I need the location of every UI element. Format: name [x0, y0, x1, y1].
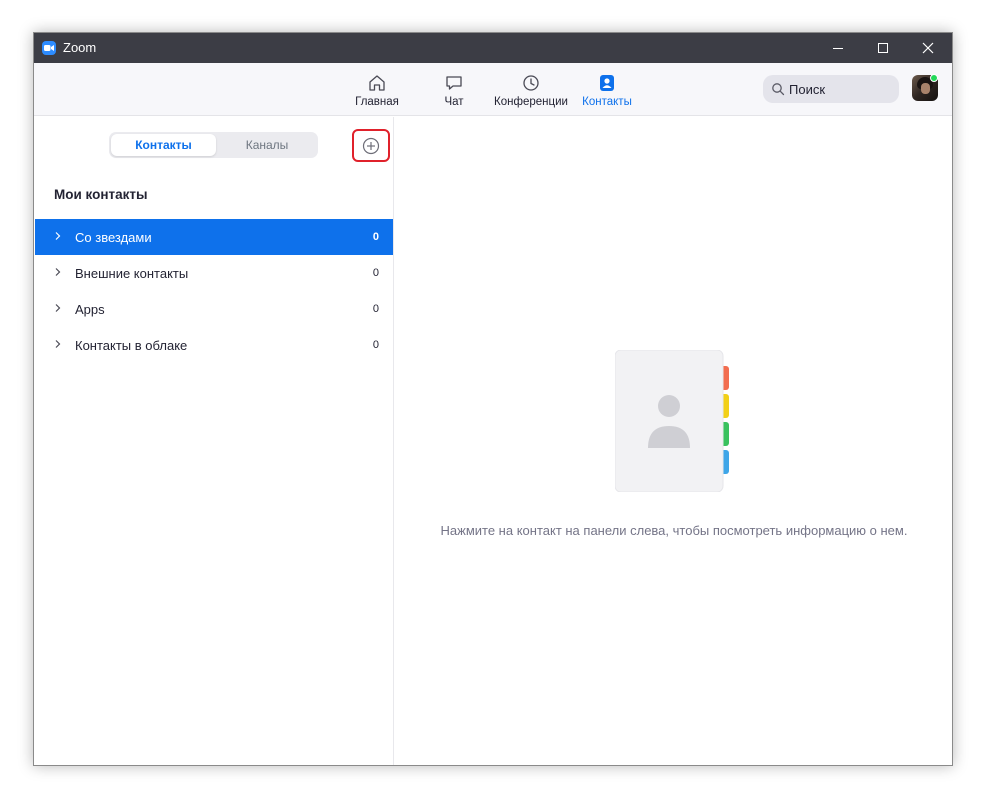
contacts-channels-switch: Контакты Каналы — [109, 132, 318, 158]
chevron-right-icon — [55, 304, 61, 312]
group-starred[interactable]: Со звездами 0 — [35, 219, 393, 255]
maximize-icon — [878, 43, 888, 53]
tab-meetings[interactable]: Конференции — [489, 63, 573, 116]
group-count: 0 — [372, 339, 379, 351]
search-input[interactable] — [789, 79, 889, 99]
tab-home[interactable]: Главная — [352, 63, 402, 116]
group-name: Контакты в облаке — [75, 338, 188, 353]
chevron-right-icon — [55, 340, 61, 348]
group-name: Со звездами — [75, 230, 152, 245]
tab-channels[interactable]: Каналы — [217, 134, 317, 156]
title-bar: Zoom — [34, 33, 952, 63]
zoom-logo-icon — [42, 41, 56, 55]
contacts-sidebar: Контакты Каналы Мои контакты Со звездами… — [34, 117, 394, 765]
group-count: 0 — [372, 267, 379, 279]
clock-icon — [523, 75, 539, 91]
tab-chat-label: Чат — [444, 96, 464, 108]
chevron-right-icon — [55, 232, 61, 240]
group-apps[interactable]: Apps 0 — [35, 291, 393, 327]
group-count: 0 — [372, 231, 379, 243]
chevron-right-icon — [55, 268, 61, 276]
tab-chat[interactable]: Чат — [434, 63, 474, 116]
tab-contacts-list[interactable]: Контакты — [111, 134, 216, 156]
group-count: 0 — [372, 303, 379, 315]
top-navigation: Главная Чат Конференции Контакты — [34, 63, 952, 116]
group-name: Внешние контакты — [75, 266, 189, 281]
contact-groups: Со звездами 0 Внешние контакты 0 Apps 0 — [35, 219, 393, 363]
add-contact-button[interactable] — [362, 137, 380, 155]
address-book-icon — [615, 350, 729, 492]
group-external[interactable]: Внешние контакты 0 — [35, 255, 393, 291]
minimize-icon — [833, 48, 843, 49]
contact-detail-pane: Нажмите на контакт на панели слева, чтоб… — [395, 117, 952, 765]
tab-home-label: Главная — [355, 96, 399, 108]
window-title: Zoom — [63, 40, 97, 55]
maximize-button[interactable] — [860, 33, 906, 63]
search-box[interactable] — [763, 75, 899, 103]
tab-contacts-label: Контакты — [582, 96, 632, 108]
plus-circle-icon — [362, 137, 380, 155]
tab-contacts[interactable]: Контакты — [577, 63, 637, 116]
chat-icon — [446, 76, 462, 90]
zoom-window: Zoom Главная Чат Конференции Контакты По… — [33, 32, 953, 766]
close-button[interactable] — [905, 33, 951, 63]
empty-state-hint: Нажмите на контакт на панели слева, чтоб… — [440, 523, 908, 538]
close-icon — [922, 42, 934, 54]
search-icon — [772, 83, 785, 96]
presence-indicator — [930, 74, 938, 82]
group-name: Apps — [75, 302, 105, 317]
minimize-button[interactable] — [815, 33, 861, 63]
contacts-icon — [600, 75, 614, 91]
section-title: Мои контакты — [54, 187, 148, 202]
tab-meetings-label: Конференции — [494, 96, 568, 108]
home-icon — [369, 75, 385, 91]
group-cloud[interactable]: Контакты в облаке 0 — [35, 327, 393, 363]
